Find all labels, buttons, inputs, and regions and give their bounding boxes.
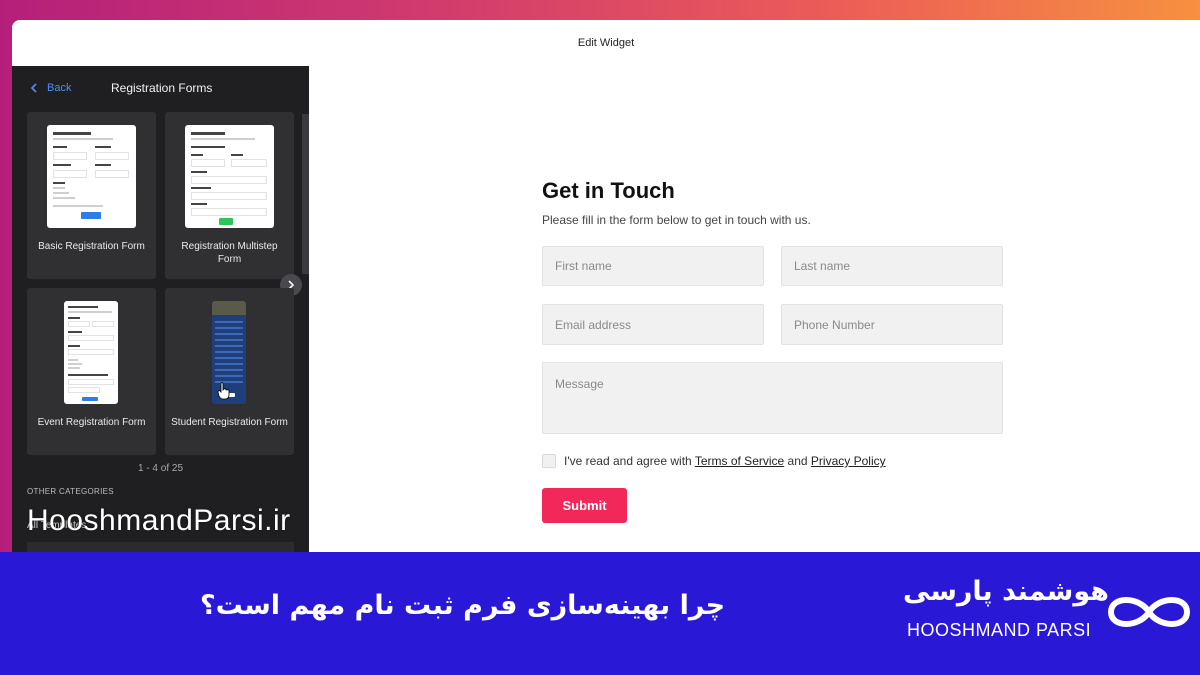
brand-name-fa: هوشمند پارسی	[903, 576, 1110, 607]
last-name-field[interactable]: Last name	[781, 246, 1003, 286]
agree-and: and	[787, 454, 808, 468]
template-label: Student Registration Form	[171, 417, 288, 428]
email-field[interactable]: Email address	[542, 304, 764, 345]
back-label: Back	[47, 82, 72, 94]
other-categories-heading: OTHER CATEGORIES	[27, 487, 114, 496]
sidebar-title: Registration Forms	[111, 81, 213, 95]
template-label: Event Registration Form	[37, 417, 146, 428]
terms-agreement: I've read and agree with Terms of Servic…	[542, 454, 886, 468]
watermark-text: HooshmandParsi.ir	[27, 504, 291, 537]
form-subtitle: Please fill in the form below to get in …	[542, 213, 811, 227]
message-field[interactable]: Message	[542, 362, 1003, 434]
email-placeholder: Email address	[555, 317, 632, 332]
hand-cursor-icon	[217, 382, 230, 400]
template-thumbnail	[64, 301, 118, 404]
template-card-event[interactable]: Event Registration Form	[27, 288, 156, 455]
submit-button[interactable]: Submit	[542, 488, 627, 523]
phone-field[interactable]: Phone Number	[781, 304, 1003, 345]
brand-name-en: HOOSHMAND PARSI	[907, 620, 1092, 640]
terms-link[interactable]: Terms of Service	[695, 454, 784, 468]
form-preview: Get in Touch Please fill in the form bel…	[309, 66, 1200, 552]
first-name-placeholder: First name	[555, 259, 612, 273]
template-card-basic[interactable]: Basic Registration Form	[27, 112, 156, 279]
window-title: Edit Widget	[577, 37, 635, 49]
last-name-placeholder: Last name	[794, 259, 851, 273]
category-item[interactable]	[27, 542, 294, 552]
infinity-logo-icon	[1107, 597, 1191, 627]
template-thumbnail	[185, 125, 274, 228]
template-label: Registration Multistep Form	[181, 241, 278, 265]
template-thumbnail	[47, 125, 136, 228]
template-card-multistep[interactable]: Registration Multistep Form	[165, 112, 294, 279]
phone-placeholder: Phone Number	[794, 317, 875, 332]
agree-checkbox[interactable]	[542, 454, 556, 468]
carousel-edge	[302, 114, 309, 274]
template-sidebar: Back Registration Forms Basic Registrati…	[12, 66, 309, 552]
privacy-link[interactable]: Privacy Policy	[811, 454, 886, 468]
agree-text: I've read and agree with	[564, 454, 692, 468]
form-title: Get in Touch	[542, 178, 675, 203]
template-card-student[interactable]: Student Registration Form	[165, 288, 294, 455]
template-label: Basic Registration Form	[38, 241, 145, 252]
back-button[interactable]: Back	[30, 82, 71, 94]
first-name-field[interactable]: First name	[542, 246, 764, 286]
chevron-left-icon	[30, 83, 37, 93]
window-titlebar: Edit Widget	[12, 20, 1200, 67]
banner-question: چرا بهینه‌سازی فرم ثبت نام مهم است؟	[200, 590, 726, 621]
message-placeholder: Message	[555, 377, 604, 391]
pagination-text: 1 - 4 of 25	[137, 463, 184, 474]
editor-window: Edit Widget Back Registration Forms Basi…	[12, 20, 1200, 552]
